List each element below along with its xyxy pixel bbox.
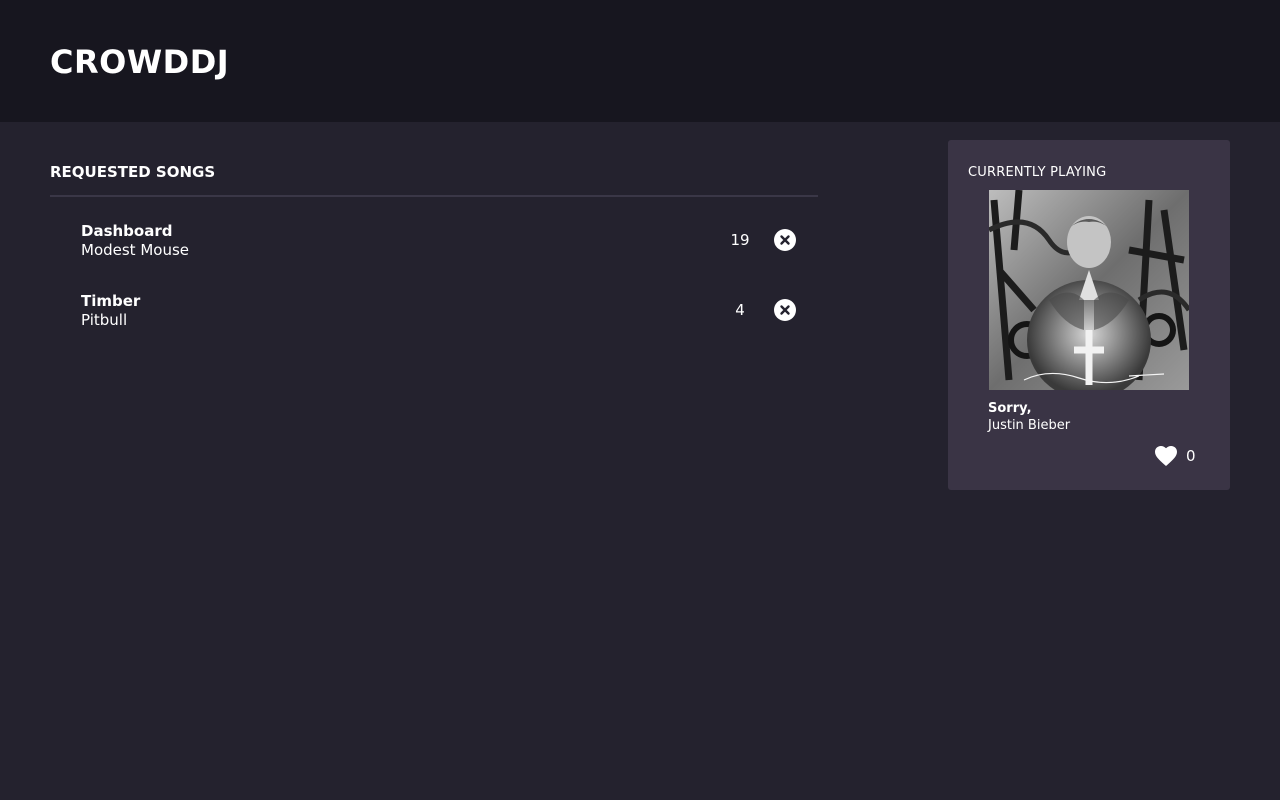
currently-playing-heading: CURRENTLY PLAYING: [968, 165, 1107, 180]
song-info: Dashboard Modest Mouse: [81, 222, 189, 260]
album-cover-artwork: [989, 190, 1189, 390]
currently-playing-card: CURRENTLY PLAYING Sorry, Justin Bieber 0: [948, 140, 1230, 490]
like-count: 0: [1186, 447, 1196, 465]
song-vote-count: 19: [730, 231, 750, 249]
app-header: CROWDDJ: [0, 0, 1280, 122]
song-title: Timber: [81, 292, 141, 310]
song-artist: Modest Mouse: [81, 241, 190, 259]
remove-song-button[interactable]: [774, 299, 796, 321]
current-song-artist: Justin Bieber: [988, 418, 1071, 433]
song-info: Timber Pitbull: [81, 292, 140, 330]
song-vote-count: 4: [735, 301, 745, 319]
requested-songs-list: Dashboard Modest Mouse 19 Timber Pitbull…: [50, 219, 818, 359]
close-circle-icon: [780, 305, 790, 315]
requested-songs-heading: REQUESTED SONGS: [50, 160, 818, 197]
close-circle-icon: [780, 235, 790, 245]
remove-song-button[interactable]: [774, 229, 796, 251]
requested-songs-panel: REQUESTED SONGS Dashboard Modest Mouse 1…: [50, 160, 818, 359]
app-logo[interactable]: CROWDDJ: [50, 40, 229, 84]
song-title: Dashboard: [81, 222, 173, 240]
song-row: Dashboard Modest Mouse 19: [50, 219, 818, 289]
song-row: Timber Pitbull 4: [50, 289, 818, 359]
current-song-title: Sorry,: [988, 401, 1032, 416]
album-cover: [989, 190, 1189, 390]
heart-icon: [1155, 446, 1177, 466]
song-artist: Pitbull: [81, 311, 128, 329]
like-button[interactable]: [1154, 445, 1178, 467]
